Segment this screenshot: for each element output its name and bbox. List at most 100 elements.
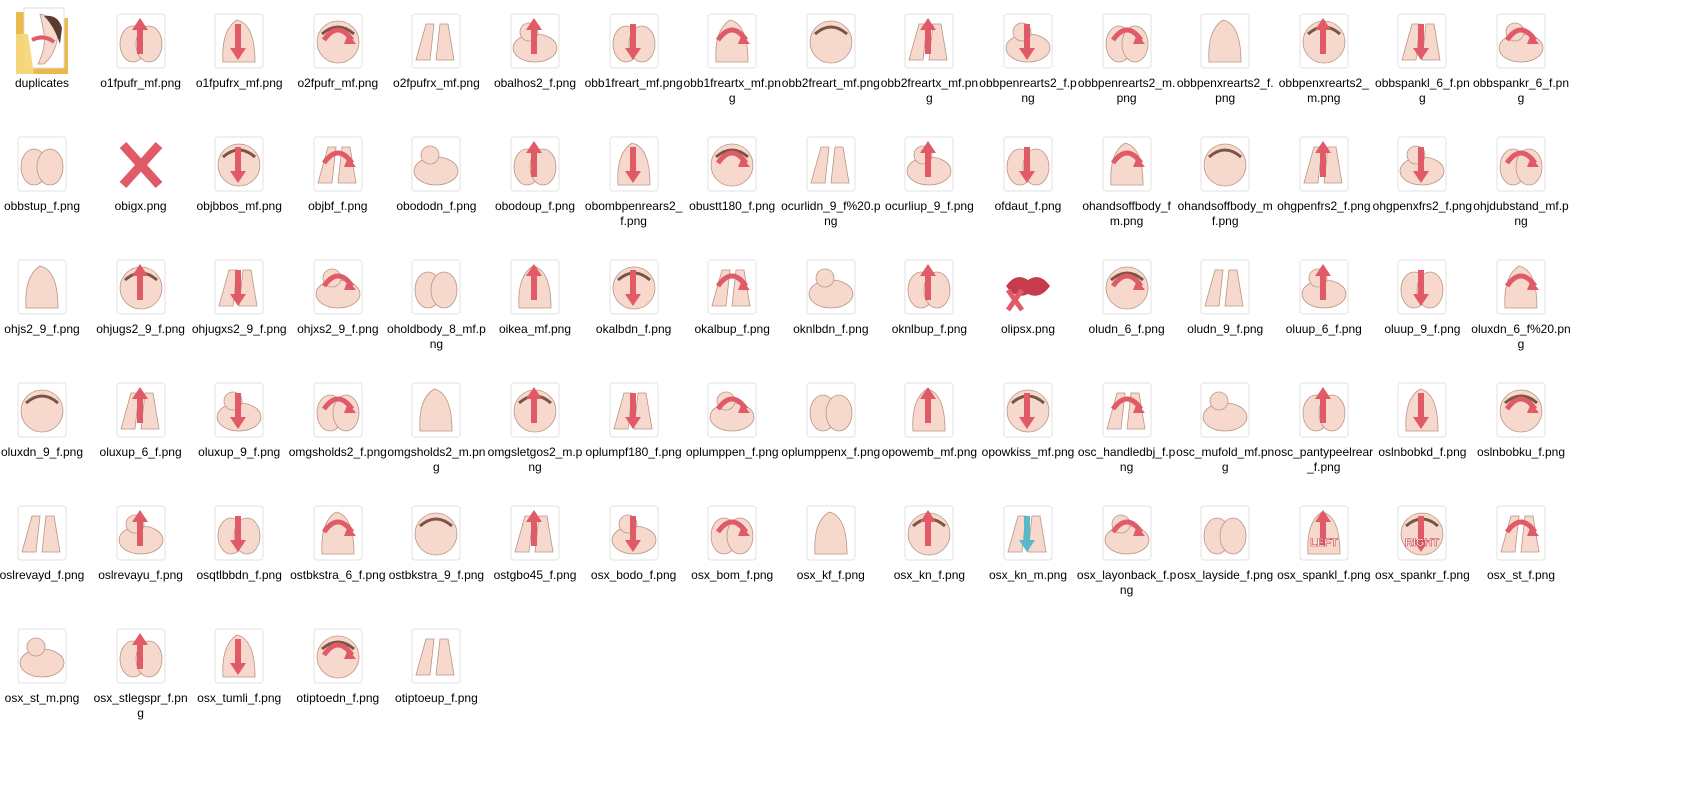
file-item[interactable]: osx_st_f.png [1471, 500, 1571, 583]
file-item[interactable]: obodoup_f.png [485, 131, 585, 214]
image-thumbnail-icon [1299, 259, 1349, 315]
image-thumbnail-icon [1496, 505, 1546, 561]
file-item[interactable]: ofdaut_f.png [978, 131, 1078, 214]
file-item[interactable]: ohandsoffbody_fm.png [1077, 131, 1177, 229]
file-item[interactable]: ohjxs2_9_f.png [288, 254, 388, 337]
file-item[interactable]: oslrevayd_f.png [0, 500, 92, 583]
file-item[interactable]: oluxup_9_f.png [189, 377, 289, 460]
file-item[interactable]: otiptoeup_f.png [386, 623, 486, 706]
file-item[interactable]: opowemb_mf.png [879, 377, 979, 460]
file-item[interactable]: osx_stlegspr_f.png [91, 623, 191, 721]
file-item[interactable]: omgsletgos2_m.png [485, 377, 585, 475]
file-item[interactable]: obbpenrearts2_m.png [1077, 8, 1177, 106]
file-item[interactable]: omgsholds2_m.png [386, 377, 486, 475]
file-item[interactable]: oluxup_6_f.png [91, 377, 191, 460]
file-thumbnail [113, 131, 169, 195]
file-item[interactable]: oslrevayu_f.png [91, 500, 191, 583]
file-item[interactable]: obb1freartx_mf.png [682, 8, 782, 106]
file-item[interactable]: oluxdn_9_f.png [0, 377, 92, 460]
file-item[interactable]: osx_layside_f.png [1175, 500, 1275, 583]
file-item[interactable]: oplumppenx_f.png [781, 377, 881, 460]
file-item[interactable]: oknlbup_f.png [879, 254, 979, 337]
file-item[interactable]: osqtlbbdn_f.png [189, 500, 289, 583]
file-item[interactable]: ohgpenxfrs2_f.png [1372, 131, 1472, 214]
file-item[interactable]: osx_layonback_f.png [1077, 500, 1177, 598]
file-item[interactable]: ostgbo45_f.png [485, 500, 585, 583]
file-thumbnail [14, 500, 70, 564]
file-item[interactable]: ostbkstra_6_f.png [288, 500, 388, 583]
file-item[interactable]: obb2freartx_mf.png [879, 8, 979, 106]
image-thumbnail-icon [116, 382, 166, 438]
file-thumbnail [408, 131, 464, 195]
file-item[interactable]: o1fpufrx_mf.png [189, 8, 289, 91]
file-item[interactable]: oludn_6_f.png [1077, 254, 1177, 337]
file-item[interactable]: obbpenrearts2_f.png [978, 8, 1078, 106]
file-item[interactable]: osx_tumli_f.png [189, 623, 289, 706]
file-item[interactable]: oplumpf180_f.png [584, 377, 684, 460]
file-item[interactable]: RIGHT osx_spankr_f.png [1372, 500, 1472, 583]
file-item[interactable]: ostbkstra_9_f.png [386, 500, 486, 583]
file-item[interactable]: osx_st_m.png [0, 623, 92, 706]
file-item[interactable]: o1fpufr_mf.png [91, 8, 191, 91]
file-thumbnail [1493, 131, 1549, 195]
file-item[interactable]: obombpenrears2_f.png [584, 131, 684, 229]
file-item[interactable]: objbf_f.png [288, 131, 388, 214]
file-thumbnail [310, 254, 366, 318]
file-item[interactable]: ohgpenfrs2_f.png [1274, 131, 1374, 214]
file-item[interactable]: okalbdn_f.png [584, 254, 684, 337]
image-thumbnail-icon [806, 382, 856, 438]
file-item[interactable]: ocurliup_9_f.png [879, 131, 979, 214]
file-item[interactable]: oluup_9_f.png [1372, 254, 1472, 337]
folder-item[interactable]: duplicates [0, 7, 92, 91]
file-item[interactable]: obb1freart_mf.png [584, 8, 684, 91]
file-item[interactable]: ohjdubstand_mf.png [1471, 131, 1571, 229]
file-item[interactable]: oluxdn_6_f%20.png [1471, 254, 1571, 352]
file-item[interactable]: oluup_6_f.png [1274, 254, 1374, 337]
file-item[interactable]: ohjugs2_9_f.png [91, 254, 191, 337]
image-thumbnail-icon [1102, 505, 1152, 561]
file-item[interactable]: oludn_9_f.png [1175, 254, 1275, 337]
file-item[interactable]: osx_bom_f.png [682, 500, 782, 583]
file-item[interactable]: otiptoedn_f.png [288, 623, 388, 706]
file-item[interactable]: oslnbobkd_f.png [1372, 377, 1472, 460]
file-item[interactable]: obustt180_f.png [682, 131, 782, 214]
file-item[interactable]: obigx.png [91, 131, 191, 214]
file-item[interactable]: oknlbdn_f.png [781, 254, 881, 337]
file-item[interactable]: obododn_f.png [386, 131, 486, 214]
file-item[interactable]: ohjugxs2_9_f.png [189, 254, 289, 337]
file-item[interactable]: ohjs2_9_f.png [0, 254, 92, 337]
file-item[interactable]: osc_mufold_mf.png [1175, 377, 1275, 475]
file-item[interactable]: obbstup_f.png [0, 131, 92, 214]
file-item[interactable]: osx_kn_f.png [879, 500, 979, 583]
file-item[interactable]: okalbup_f.png [682, 254, 782, 337]
file-item[interactable]: osx_kf_f.png [781, 500, 881, 583]
file-thumbnail [1394, 131, 1450, 195]
file-item[interactable]: objbbos_mf.png [189, 131, 289, 214]
file-item[interactable]: oslnbobku_f.png [1471, 377, 1571, 460]
file-item[interactable]: o2fpufrx_mf.png [386, 8, 486, 91]
file-item[interactable]: ocurlidn_9_f%20.png [781, 131, 881, 229]
file-item[interactable]: osx_bodo_f.png [584, 500, 684, 583]
file-item[interactable]: osc_handledbj_f.png [1077, 377, 1177, 475]
file-item[interactable]: o2fpufr_mf.png [288, 8, 388, 91]
file-item[interactable]: osc_pantypeelrear_f.png [1274, 377, 1374, 475]
file-item[interactable]: obalhos2_f.png [485, 8, 585, 91]
file-item[interactable]: opowkiss_mf.png [978, 377, 1078, 460]
file-label: opowemb_mf.png [881, 445, 978, 459]
file-item[interactable]: obb2freart_mf.png [781, 8, 881, 91]
image-thumbnail-icon [214, 382, 264, 438]
file-item[interactable]: ohandsoffbody_mf.png [1175, 131, 1275, 229]
file-item[interactable]: oplumppen_f.png [682, 377, 782, 460]
file-item[interactable]: obbspankr_6_f.png [1471, 8, 1571, 106]
file-item[interactable]: omgsholds2_f.png [288, 377, 388, 460]
file-item[interactable]: obbspankl_6_f.png [1372, 8, 1472, 106]
file-item[interactable]: osx_kn_m.png [978, 500, 1078, 583]
image-thumbnail-icon [806, 136, 856, 192]
file-item[interactable]: LEFT osx_spankl_f.png [1274, 500, 1374, 583]
file-item[interactable]: oikea_mf.png [485, 254, 585, 337]
file-item[interactable]: obbpenxrearts2_f.png [1175, 8, 1275, 106]
file-item[interactable]: obbpenxrearts2_m.png [1274, 8, 1374, 106]
file-item[interactable]: olipsx.png [978, 254, 1078, 337]
file-item[interactable]: oholdbody_8_mf.png [386, 254, 486, 352]
image-thumbnail-icon [313, 259, 363, 315]
